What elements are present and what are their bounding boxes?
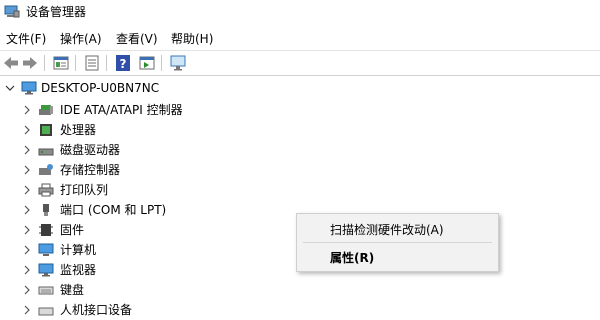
tree-item-disk[interactable]: 磁盘驱动器 — [0, 140, 220, 160]
tree-item-storage[interactable]: 存储控制器 — [0, 160, 220, 180]
ide-controller-icon — [39, 105, 53, 115]
chevron-right-icon[interactable] — [22, 220, 32, 240]
menu-file[interactable]: 文件(F) — [6, 30, 46, 47]
menu-help[interactable]: 帮助(H) — [171, 30, 213, 47]
chevron-right-icon[interactable] — [22, 140, 32, 160]
run-icon[interactable] — [138, 54, 156, 72]
tree-item-label: 处理器 — [60, 123, 97, 137]
tree-item-label: 打印队列 — [60, 183, 109, 197]
firmware-icon — [39, 224, 53, 236]
help-icon[interactable]: ? — [114, 54, 132, 72]
menu-bar: 文件(F) 操作(A) 查看(V) 帮助(H) — [0, 27, 600, 47]
tree-item-keyboard[interactable]: 键盘 — [0, 280, 220, 300]
chevron-right-icon[interactable] — [22, 100, 32, 120]
tree-item-label: 端口 (COM 和 LPT) — [60, 203, 167, 217]
toolbar-separator — [44, 55, 45, 71]
chevron-right-icon[interactable] — [22, 300, 32, 320]
menu-view[interactable]: 查看(V) — [116, 30, 158, 47]
forward-icon[interactable] — [21, 54, 39, 72]
tree-item-label: 计算机 — [60, 243, 97, 257]
svg-text:?: ? — [120, 57, 127, 71]
chevron-right-icon[interactable] — [22, 180, 32, 200]
chevron-right-icon[interactable] — [22, 280, 32, 300]
chevron-right-icon[interactable] — [22, 240, 32, 260]
tree-item-computer[interactable]: 计算机 — [0, 240, 220, 260]
chevron-right-icon[interactable] — [22, 260, 32, 280]
toolbar-separator — [161, 55, 162, 71]
tree-root[interactable]: DESKTOP-U0BN7NC — [0, 78, 200, 98]
storage-controller-icon — [39, 164, 53, 175]
context-menu: 扫描检测硬件改动(A) 属性(R) — [296, 213, 499, 272]
tree-item-printqueue[interactable]: 打印队列 — [0, 180, 220, 200]
port-icon — [43, 204, 49, 216]
tree-item-hid[interactable]: 人机接口设备 — [0, 300, 220, 320]
hid-icon — [38, 307, 54, 316]
tree-item-label: IDE ATA/ATAPI 控制器 — [60, 103, 183, 117]
toolbar: ? — [0, 50, 600, 76]
tree-item-label: 监视器 — [60, 263, 97, 277]
chevron-right-icon[interactable] — [22, 160, 32, 180]
back-icon[interactable] — [2, 54, 20, 72]
processor-icon — [40, 124, 52, 136]
printer-icon — [38, 183, 54, 197]
monitor-scan-icon[interactable] — [169, 54, 187, 72]
menu-action[interactable]: 操作(A) — [60, 30, 102, 47]
chevron-right-icon[interactable] — [22, 200, 32, 220]
context-menu-separator — [303, 242, 492, 243]
tree-item-monitor[interactable]: 监视器 — [0, 260, 220, 280]
tree-item-label: 磁盘驱动器 — [60, 143, 121, 157]
device-manager-icon — [4, 5, 20, 18]
title-bar: 设备管理器 — [0, 0, 600, 24]
tree-item-ports[interactable]: 端口 (COM 和 LPT) — [0, 200, 220, 220]
toolbar-separator — [75, 55, 76, 71]
computer-icon — [38, 243, 54, 256]
properties-view-icon[interactable] — [52, 54, 70, 72]
chevron-right-icon[interactable] — [22, 120, 32, 140]
toolbar-separator — [106, 55, 107, 71]
tree-item-label: 固件 — [60, 223, 85, 237]
window-title: 设备管理器 — [26, 5, 87, 19]
list-view-icon[interactable] — [83, 54, 101, 72]
context-menu-properties[interactable]: 属性(R) — [330, 249, 374, 266]
disk-drive-icon — [38, 148, 54, 156]
keyboard-icon — [38, 286, 54, 295]
context-menu-scan[interactable]: 扫描检测硬件改动(A) — [330, 221, 444, 238]
computer-root-icon — [21, 81, 37, 95]
tree-item-label: 人机接口设备 — [60, 303, 133, 317]
chevron-down-icon[interactable] — [5, 78, 15, 98]
monitor-icon — [38, 263, 54, 277]
tree-item-ide[interactable]: IDE ATA/ATAPI 控制器 — [0, 100, 220, 120]
tree-item-firmware[interactable]: 固件 — [0, 220, 220, 240]
tree-root-label: DESKTOP-U0BN7NC — [41, 81, 160, 95]
tree-item-processor[interactable]: 处理器 — [0, 120, 220, 140]
tree-item-label: 存储控制器 — [60, 163, 121, 177]
tree-item-label: 键盘 — [60, 283, 85, 297]
